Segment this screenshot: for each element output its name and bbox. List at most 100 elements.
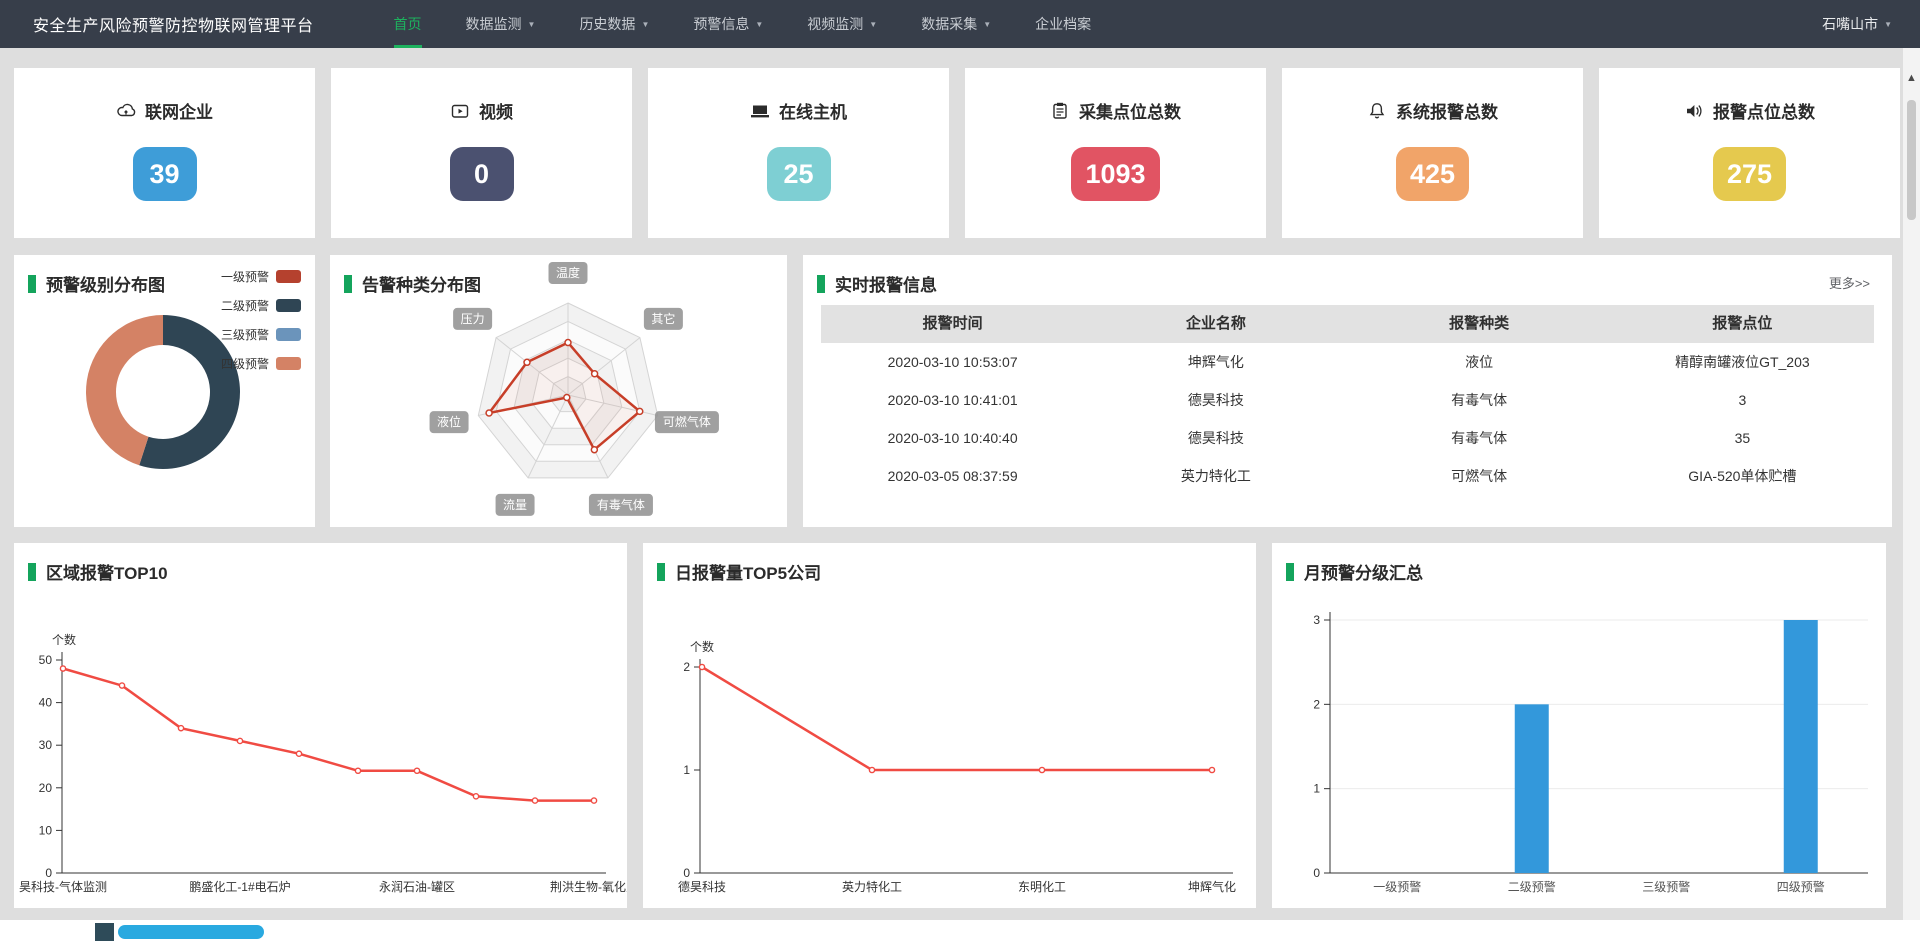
table-cell: 德昊科技	[1084, 419, 1347, 457]
svg-text:二级预警: 二级预警	[1508, 879, 1556, 894]
chevron-down-icon: ▼	[528, 20, 536, 29]
legend-swatch	[276, 270, 301, 283]
svg-text:0: 0	[1313, 866, 1320, 880]
stat-card-value-badge: 0	[450, 147, 514, 201]
table-row[interactable]: 2020-03-10 10:41:01德昊科技有毒气体3	[821, 381, 1874, 419]
vertical-scrollbar[interactable]: ▲	[1903, 48, 1920, 920]
nav-item-视频监测[interactable]: 视频监测▼	[807, 0, 877, 48]
radar-axis-label-可燃气体: 可燃气体	[655, 411, 719, 433]
nav-item-数据监测[interactable]: 数据监测▼	[466, 0, 536, 48]
stat-card-视频: 视频 0	[331, 68, 632, 238]
clipboard-icon	[1050, 101, 1070, 121]
legend-item-三级预警[interactable]: 三级预警	[221, 326, 301, 343]
panel-title: 区域报警TOP10	[46, 559, 168, 584]
stat-card-联网企业: 联网企业39	[14, 68, 315, 238]
svg-text:50: 50	[39, 653, 53, 667]
region-top10-line-chart[interactable]: 01020304050个数昊科技-气体监测鹏盛化工-1#电石炉永润石油-罐区荆洪…	[14, 543, 627, 908]
bar-二级预警	[1515, 704, 1549, 873]
table-cell: 有毒气体	[1348, 419, 1611, 457]
horizontal-scrollbar-thumb[interactable]	[118, 925, 264, 939]
svg-text:3: 3	[1313, 613, 1320, 627]
svg-text:2: 2	[683, 660, 690, 674]
legend-item-四级预警[interactable]: 四级预警	[221, 355, 301, 372]
stat-card-label: 采集点位总数	[1079, 98, 1181, 123]
svg-text:有毒气体: 有毒气体	[597, 497, 645, 512]
region-selector[interactable]: 石嘴山市 ▼	[1822, 0, 1892, 48]
legend-label: 三级预警	[221, 326, 269, 343]
svg-text:东明化工: 东明化工	[1018, 880, 1066, 894]
chevron-down-icon: ▼	[983, 20, 991, 29]
chevron-down-icon: ▼	[755, 20, 763, 29]
stat-card-header: 系统报警总数	[1282, 98, 1583, 123]
legend-swatch	[276, 299, 301, 312]
nav-item-label: 企业档案	[1035, 14, 1091, 34]
panel-title-marker	[28, 563, 36, 581]
bar-四级预警	[1784, 620, 1818, 873]
panel-title-marker	[1286, 563, 1294, 581]
table-row[interactable]: 2020-03-10 10:40:40德昊科技有毒气体35	[821, 419, 1874, 457]
alarm-level-panel: 预警级别分布图 一级预警二级预警三级预警四级预警	[14, 255, 315, 527]
pie-legend: 一级预警二级预警三级预警四级预警	[221, 268, 301, 384]
horizontal-scrollbar[interactable]	[0, 920, 1920, 945]
stat-card-报警点位总数: 报警点位总数 275	[1599, 68, 1900, 238]
svg-text:德昊科技: 德昊科技	[678, 879, 726, 894]
nav-item-首页[interactable]: 首页	[394, 0, 422, 48]
table-cell: 坤辉气化	[1084, 343, 1347, 381]
more-link[interactable]: 更多>>	[1829, 273, 1870, 292]
chevron-down-icon: ▼	[869, 20, 877, 29]
svg-text:2: 2	[1313, 697, 1320, 711]
table-row[interactable]: 2020-03-10 10:53:07坤辉气化液位精醇南罐液位GT_203	[821, 343, 1874, 381]
chevron-down-icon: ▼	[1884, 20, 1892, 29]
legend-item-一级预警[interactable]: 一级预警	[221, 268, 301, 285]
svg-text:20: 20	[39, 781, 53, 795]
svg-text:个数: 个数	[52, 632, 76, 647]
nav-menu: 首页数据监测▼ 历史数据▼ 预警信息▼ 视频监测▼ 数据采集▼ 企业档案	[394, 0, 1136, 48]
app-title: 安全生产风险预警防控物联网管理平台	[33, 12, 314, 36]
table-header-row: 报警时间企业名称报警种类报警点位	[821, 305, 1874, 343]
stat-card-value-badge: 425	[1396, 147, 1469, 201]
nav-item-预警信息[interactable]: 预警信息▼	[693, 0, 763, 48]
bell-icon	[1367, 101, 1387, 121]
stat-card-label: 报警点位总数	[1713, 98, 1815, 123]
monthly-summary-panel: 月预警分级汇总 0123一级预警二级预警三级预警四级预警	[1272, 543, 1886, 908]
table-cell: 液位	[1348, 343, 1611, 381]
monitor-icon	[750, 101, 770, 121]
table-row[interactable]: 2020-03-05 08:37:59英力特化工可燃气体GIA-520单体贮槽	[821, 457, 1874, 495]
stat-card-label: 联网企业	[145, 98, 213, 123]
radar-axis-label-流量: 流量	[496, 494, 535, 516]
svg-text:压力: 压力	[461, 312, 485, 326]
stat-card-value-badge: 275	[1713, 147, 1786, 201]
realtime-alarm-table: 报警时间企业名称报警种类报警点位 2020-03-10 10:53:07坤辉气化…	[821, 305, 1874, 495]
line-series	[702, 667, 1212, 770]
svg-text:一级预警: 一级预警	[1373, 879, 1421, 894]
stat-card-header: 采集点位总数	[965, 98, 1266, 123]
svg-text:温度: 温度	[556, 265, 580, 280]
nav-item-企业档案[interactable]: 企业档案	[1035, 0, 1091, 48]
svg-text:荆洪生物-氧化反: 荆洪生物-氧化反	[550, 880, 627, 894]
legend-item-二级预警[interactable]: 二级预警	[221, 297, 301, 314]
daily-top5-panel: 日报警量TOP5公司 012个数德昊科技英力特化工东明化工坤辉气化	[643, 543, 1256, 908]
monthly-summary-bar-chart[interactable]: 0123一级预警二级预警三级预警四级预警	[1272, 543, 1886, 908]
legend-swatch	[276, 357, 301, 370]
stat-card-在线主机: 在线主机 25	[648, 68, 949, 238]
panel-title: 预警级别分布图	[46, 271, 165, 296]
svg-text:英力特化工: 英力特化工	[842, 879, 902, 894]
nav-item-数据采集[interactable]: 数据采集▼	[921, 0, 991, 48]
vertical-scrollbar-thumb[interactable]	[1907, 100, 1916, 220]
stat-card-header: 视频	[331, 98, 632, 123]
daily-top5-line-chart[interactable]: 012个数德昊科技英力特化工东明化工坤辉气化	[643, 543, 1256, 908]
panel-title: 实时报警信息	[835, 271, 937, 296]
stat-card-value-badge: 25	[767, 147, 831, 201]
stat-card-header: 在线主机	[648, 98, 949, 123]
radar-axis-label-压力: 压力	[453, 308, 492, 330]
svg-text:40: 40	[39, 696, 53, 710]
table-cell: 2020-03-10 10:40:40	[821, 419, 1084, 457]
scroll-up-arrow-icon[interactable]: ▲	[1903, 72, 1920, 84]
svg-text:四级预警: 四级预警	[1777, 879, 1825, 894]
table-cell: 2020-03-10 10:41:01	[821, 381, 1084, 419]
table-cell: 35	[1611, 419, 1874, 457]
svg-text:30: 30	[39, 738, 53, 752]
video-icon	[450, 101, 470, 121]
nav-item-历史数据[interactable]: 历史数据▼	[579, 0, 649, 48]
svg-text:三级预警: 三级预警	[1642, 879, 1690, 894]
